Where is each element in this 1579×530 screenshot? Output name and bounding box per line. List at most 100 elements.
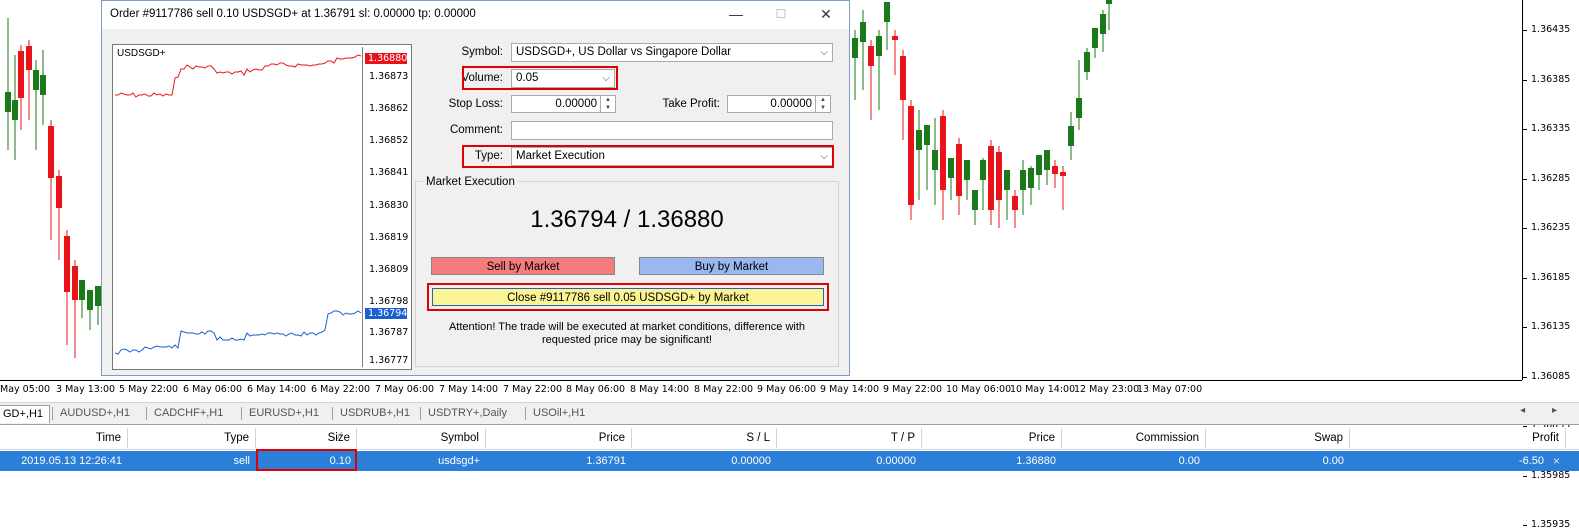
candle-body: [1020, 170, 1026, 190]
column-header[interactable]: Profit: [1350, 428, 1566, 448]
candle-body: [884, 2, 890, 22]
candle-body: [876, 36, 882, 56]
tick-chart-axis-label: 1.36777: [369, 355, 409, 366]
table-cell: usdsgd+: [438, 455, 480, 467]
chart-tab[interactable]: CADCHF+,H1: [148, 405, 229, 422]
chart-tab[interactable]: GD+,H1: [0, 405, 51, 423]
tick-chart: USDSGD+ 1.36873 1.36862 1.36852 1.36841 1.36…: [112, 44, 412, 370]
take-profit-spinner[interactable]: ▲ ▼: [815, 96, 830, 112]
candle-body: [1036, 155, 1042, 175]
time-axis-label: 9 May 06:00: [757, 384, 817, 395]
candle-body: [1052, 166, 1058, 174]
tick-chart-axis-label: 1.36819: [369, 232, 409, 243]
chart-tab[interactable]: USOil+,H1: [527, 405, 591, 422]
time-axis-label: 10 May 14:00: [1010, 384, 1076, 395]
symbol-select[interactable]: USDSGD+, US Dollar vs Singapore Dollar ⌵: [511, 43, 833, 62]
tick-chart-axis-label: 1.36862: [369, 103, 409, 114]
symbol-value: USDSGD+, US Dollar vs Singapore Dollar: [516, 46, 732, 58]
ask-price-tag: 1.36880: [365, 53, 407, 64]
execution-warning: Attention! The trade will be executed at…: [448, 321, 806, 346]
bid-ask-quote: 1.36794 / 1.36880: [530, 206, 724, 233]
price-axis-label: 1.36235: [1531, 222, 1571, 233]
time-axis-label: 6 May 14:00: [247, 384, 307, 395]
tick-chart-symbol: USDSGD+: [117, 48, 166, 59]
price-axis-tick: [1523, 129, 1527, 130]
chart-tab[interactable]: USDRUB+,H1: [334, 405, 416, 422]
column-header[interactable]: S / L: [632, 428, 777, 448]
stop-loss-value: 0.00000: [555, 98, 597, 110]
candle-body: [48, 126, 54, 178]
close-by-market-button[interactable]: Close #9117786 sell 0.05 USDSGD+ by Mark…: [432, 288, 824, 306]
time-axis-label: 7 May 06:00: [375, 384, 435, 395]
candle-body: [1012, 196, 1018, 210]
candle-body: [972, 190, 978, 210]
column-header[interactable]: Size: [256, 428, 357, 448]
close-position-icon[interactable]: ×: [1553, 451, 1560, 471]
price-axis-tick: [1523, 277, 1527, 279]
bid-price-tag: 1.36794: [365, 308, 407, 319]
chevron-down-icon: ⌵: [820, 47, 828, 58]
maximize-button[interactable]: ☐: [766, 4, 796, 24]
dialog-titlebar[interactable]: Order #9117786 sell 0.10 USDSGD+ at 1.36…: [102, 1, 849, 29]
time-axis-label: 8 May 06:00: [566, 384, 626, 395]
price-axis-tick: [1523, 178, 1527, 180]
take-profit-value: 0.00000: [770, 98, 812, 110]
column-header[interactable]: Time: [0, 428, 128, 448]
table-cell: 1.36791: [586, 455, 626, 467]
dialog-title: Order #9117786 sell 0.10 USDSGD+ at 1.36…: [110, 8, 476, 20]
price-axis-label: 1.36335: [1531, 123, 1571, 134]
time-axis-label: 9 May 14:00: [820, 384, 880, 395]
column-header[interactable]: Price: [486, 428, 632, 448]
price-axis: 1.36435 1.36385 1.36335 1.36285 1.36235 1.361…: [1522, 0, 1579, 530]
tick-chart-axis-label: 1.36809: [369, 264, 409, 275]
minimize-button[interactable]: —: [721, 4, 751, 24]
time-axis-label: 3 May 13:00: [56, 384, 116, 395]
tick-chart-axis-label: 1.36798: [369, 296, 409, 307]
candle-body: [1092, 28, 1098, 48]
chart-tab[interactable]: AUDUSD+,H1: [54, 405, 136, 422]
table-cell: 0.00000: [876, 455, 916, 467]
candle-body: [980, 160, 986, 180]
tab-separator: [332, 407, 333, 420]
column-header[interactable]: Symbol: [357, 428, 486, 448]
buy-by-market-button[interactable]: Buy by Market: [639, 257, 824, 275]
candle-body: [1100, 14, 1106, 34]
table-cell: 0.00: [1322, 455, 1344, 467]
price-axis-label: 1.35935: [1531, 519, 1571, 530]
column-header[interactable]: Price: [922, 428, 1062, 448]
column-header[interactable]: T / P: [777, 428, 922, 448]
take-profit-input[interactable]: 0.00000 ▲ ▼: [727, 95, 831, 113]
candle-body: [1028, 168, 1034, 188]
column-header[interactable]: Type: [128, 428, 256, 448]
close-window-button[interactable]: ✕: [811, 4, 841, 24]
stop-loss-spinner[interactable]: ▲ ▼: [600, 96, 615, 112]
column-header[interactable]: Commission: [1062, 428, 1206, 448]
comment-input[interactable]: [511, 121, 833, 140]
time-axis: May 05:00 3 May 13:00 5 May 22:00 6 May 06:…: [0, 380, 1522, 397]
table-row[interactable]: 2019.05.13 12:26:41 sell 0.10 usdsgd+ 1.3679…: [0, 451, 1579, 471]
candle-body: [948, 158, 954, 178]
take-profit-label: Take Profit:: [662, 98, 720, 110]
price-axis-label: 1.36285: [1531, 172, 1571, 184]
chart-tab[interactable]: EURUSD+,H1: [243, 405, 325, 422]
chart-tabs-bar: GD+,H1 AUDUSD+,H1 CADCHF+,H1 EURUSD+,H1 USDR…: [0, 402, 1579, 425]
tab-scroll-arrows[interactable]: ◂ ▸: [1520, 405, 1569, 416]
price-axis-label: 1.35985: [1531, 469, 1571, 481]
time-axis-label: 6 May 22:00: [311, 384, 371, 395]
column-header[interactable]: Swap: [1206, 428, 1350, 448]
candle-body: [956, 144, 962, 196]
stop-loss-input[interactable]: 0.00000 ▲ ▼: [511, 95, 616, 113]
candle-body: [26, 46, 32, 70]
tab-separator: [241, 407, 242, 420]
time-axis-label: May 05:00: [0, 384, 51, 395]
candle-body: [860, 22, 866, 42]
candle-body: [33, 70, 39, 90]
tick-chart-axis-label: 1.36841: [369, 167, 409, 178]
candle-body: [892, 36, 898, 40]
chart-tab[interactable]: USDTRY+,Daily: [422, 405, 513, 422]
sell-by-market-button[interactable]: Sell by Market: [431, 257, 615, 275]
candle-body: [40, 75, 46, 95]
time-axis-label: 7 May 14:00: [439, 384, 499, 395]
candle-body: [1084, 52, 1090, 72]
tab-separator: [52, 407, 53, 420]
